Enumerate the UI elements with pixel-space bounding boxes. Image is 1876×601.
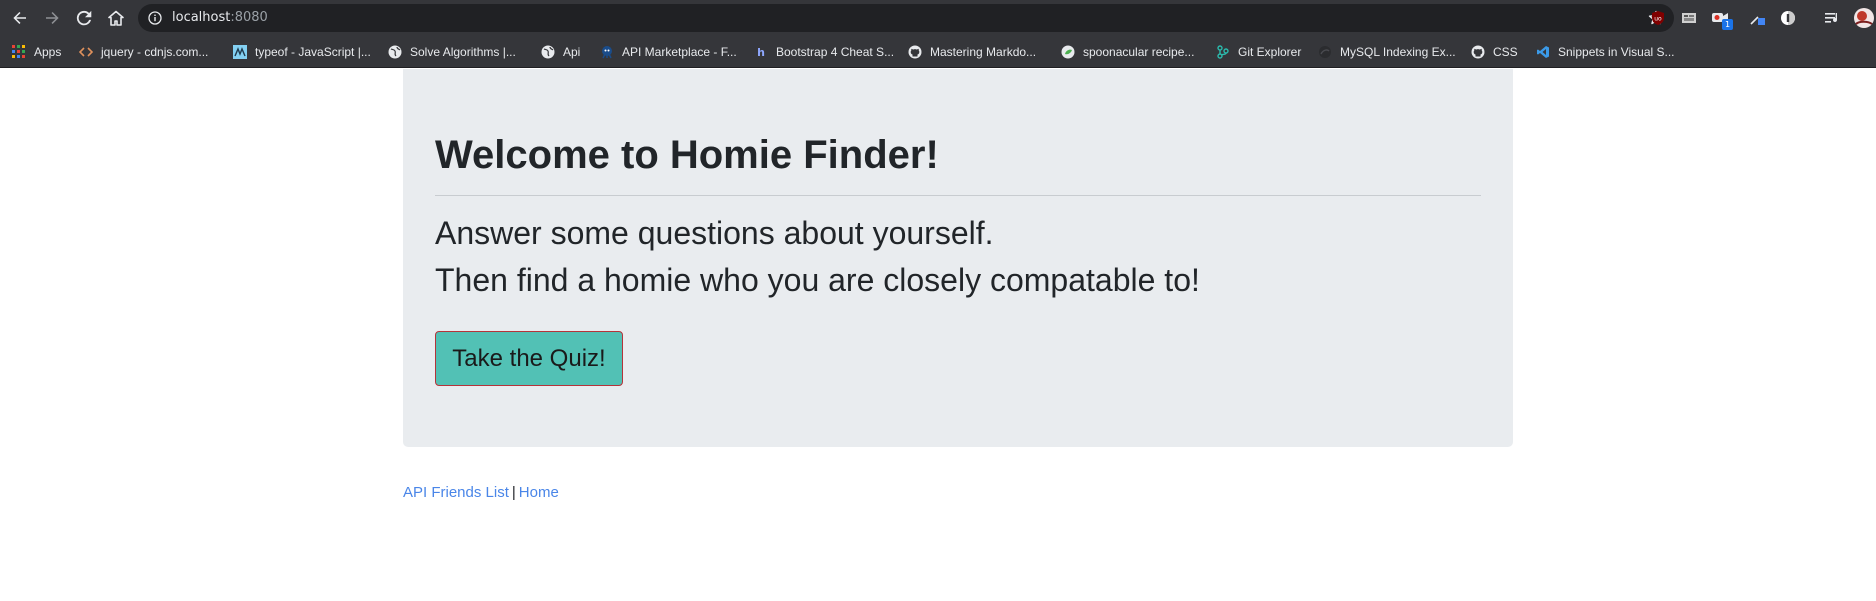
bookmark-git-explorer[interactable]: Git Explorer — [1216, 44, 1301, 60]
home-link[interactable]: Home — [519, 484, 559, 501]
bookmark-spoonacular-recipe[interactable]: spoonacular recipe... — [1061, 44, 1194, 60]
profile-avatar-icon[interactable] — [1852, 7, 1876, 29]
mysql-icon — [1319, 46, 1331, 58]
github-icon — [1471, 45, 1485, 59]
mdn-icon — [233, 45, 247, 59]
bookmark-css[interactable]: CSS — [1471, 44, 1518, 60]
bookmark-label: Solve Algorithms |... — [410, 45, 516, 59]
footer-separator: | — [511, 484, 516, 501]
rapidapi-icon — [602, 46, 612, 59]
take-quiz-button[interactable]: Take the Quiz! — [435, 331, 623, 386]
bookmark-label: Mastering Markdo... — [930, 45, 1037, 59]
url-text: localhost:8080 — [172, 10, 268, 26]
bookmarks-bar: Apps jquery - cdnjs.com... typeof - Java… — [0, 36, 1876, 68]
url-port: :8080 — [230, 10, 268, 25]
jumbotron: Welcome to Homie Finder! Answer some que… — [403, 69, 1513, 447]
bookmark-mysql-indexing[interactable]: MySQL Indexing Ex... — [1318, 44, 1456, 60]
forward-arrow-icon — [46, 12, 59, 24]
bookmark-apps[interactable]: Apps — [12, 44, 61, 60]
reload-button[interactable] — [72, 6, 96, 30]
forward-button[interactable] — [40, 6, 64, 30]
bookmark-label: spoonacular recipe... — [1083, 45, 1195, 59]
extension-badge-count: 1 — [1722, 19, 1733, 30]
vscode-icon — [1537, 46, 1549, 58]
reload-icon — [76, 10, 92, 26]
home-button[interactable] — [104, 6, 128, 30]
bookmark-label: Apps — [34, 45, 62, 59]
globe-icon — [388, 45, 402, 59]
bookmark-api-marketplace[interactable]: API Marketplace - F... — [600, 44, 737, 60]
bookmark-label: Git Explorer — [1238, 45, 1302, 59]
page-title: Welcome to Homie Finder! — [435, 133, 939, 177]
divider — [435, 195, 1481, 196]
screenshot-icon[interactable] — [1681, 10, 1697, 26]
bookmark-label: API Marketplace - F... — [622, 45, 737, 59]
ublock-icon[interactable]: uo — [1650, 10, 1666, 26]
color-picker-icon[interactable] — [1749, 10, 1765, 26]
address-bar[interactable]: localhost:8080 — [138, 4, 1674, 32]
bookmark-label: MySQL Indexing Ex... — [1340, 45, 1456, 59]
bookmark-label: Snippets in Visual S... — [1558, 45, 1675, 59]
bookmark-label: jquery - cdnjs.com... — [101, 45, 209, 59]
extension-badge-icon[interactable]: 1 — [1712, 10, 1733, 30]
home-icon — [108, 10, 124, 26]
hostinger-icon: h — [757, 46, 765, 59]
globe-icon — [541, 45, 555, 59]
svg-text:uo: uo — [1654, 16, 1662, 23]
bookmark-jquery-cdnjs[interactable]: jquery - cdnjs.com... — [79, 44, 208, 60]
bookmark-label: Bootstrap 4 Cheat S... — [776, 45, 895, 59]
spoonacular-icon — [1061, 45, 1075, 59]
bookmark-bootstrap-cheat-sheet[interactable]: h Bootstrap 4 Cheat S... — [754, 44, 894, 60]
lead-text-line-2: Then find a homie who you are closely co… — [435, 262, 1200, 298]
git-explorer-icon — [1217, 45, 1229, 59]
bookmark-label: Api — [563, 45, 581, 59]
browser-toolbar: localhost:8080 uo 1 — [0, 0, 1876, 36]
svg-text:h: h — [757, 46, 765, 59]
bookmark-snippets-vscode[interactable]: Snippets in Visual S... — [1536, 44, 1675, 60]
github-icon — [908, 45, 922, 59]
bookmark-typeof-javascript[interactable]: typeof - JavaScript |... — [233, 44, 371, 60]
bookmark-api[interactable]: Api — [541, 44, 580, 60]
url-host: localhost — [172, 10, 231, 25]
media-icon[interactable] — [1824, 10, 1840, 26]
footer-links: API Friends List | Home — [403, 483, 559, 503]
api-friends-list-link[interactable]: API Friends List — [403, 484, 509, 501]
bookmark-label: typeof - JavaScript |... — [255, 45, 371, 59]
lead-text-line-1: Answer some questions about yourself. — [435, 215, 994, 251]
circle-extension-icon[interactable] — [1780, 10, 1796, 26]
bookmark-mastering-markdown[interactable]: Mastering Markdo... — [908, 44, 1036, 60]
info-icon[interactable] — [148, 11, 162, 25]
back-arrow-icon — [13, 12, 26, 24]
bookmark-label: CSS — [1493, 45, 1518, 59]
code-icon — [79, 47, 93, 57]
back-button[interactable] — [8, 6, 32, 30]
apps-grid-icon — [12, 45, 25, 58]
bookmark-solve-algorithms[interactable]: Solve Algorithms |... — [388, 44, 516, 60]
